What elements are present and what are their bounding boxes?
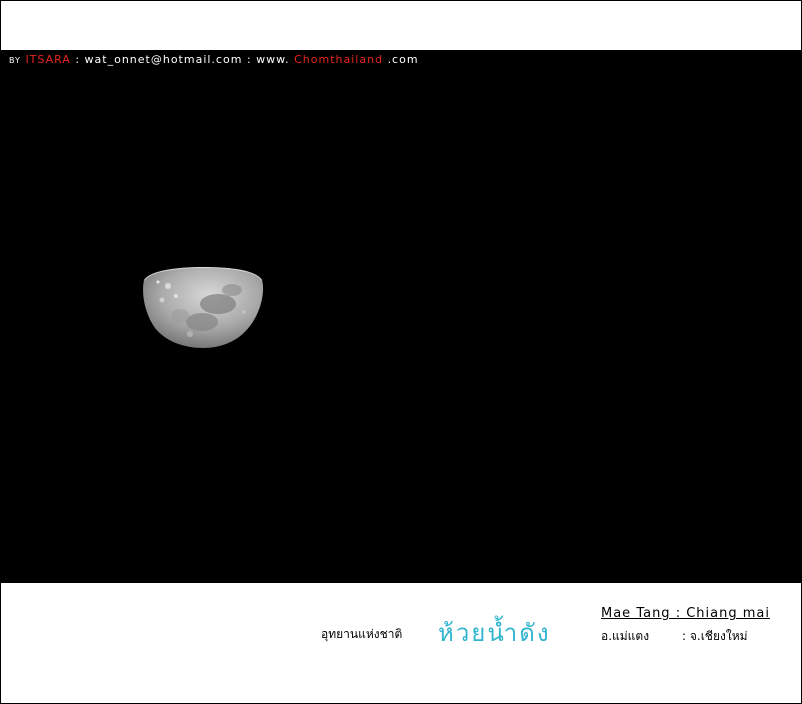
credit-site-suffix: .com <box>387 53 419 66</box>
credit-by: BY <box>9 56 21 65</box>
location-province-thai: : จ.เชียงใหม่ <box>682 629 748 643</box>
national-park-label: อุทยานแห่งชาติ <box>321 627 403 641</box>
night-sky-photo <box>1 50 801 583</box>
credit-author: ITSARA <box>25 53 71 66</box>
credit-email: wat_onnet@hotmail.com <box>84 53 243 66</box>
park-name-title: ห้วยน้ำดัง <box>438 619 551 647</box>
credit-site-brand: Chomthailand <box>294 53 384 66</box>
photo-credit: BY ITSARA : wat_onnet@hotmail.com : www.… <box>9 53 419 67</box>
half-moon-image <box>140 266 266 350</box>
credit-site-prefix: www. <box>256 53 290 66</box>
credit-separator-2: : <box>246 53 257 66</box>
location-district-thai: อ.แม่แตง <box>601 629 650 643</box>
moon-graphic <box>143 267 264 348</box>
credit-separator-1: : <box>75 53 85 66</box>
location-english: Mae Tang : Chiang mai <box>601 606 770 621</box>
